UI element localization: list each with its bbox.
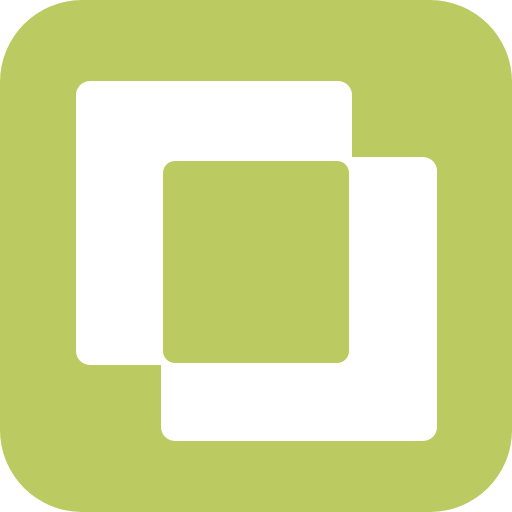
overlap-region xyxy=(163,161,349,363)
overlapping-squares-icon xyxy=(0,0,512,512)
app-icon xyxy=(0,0,512,512)
